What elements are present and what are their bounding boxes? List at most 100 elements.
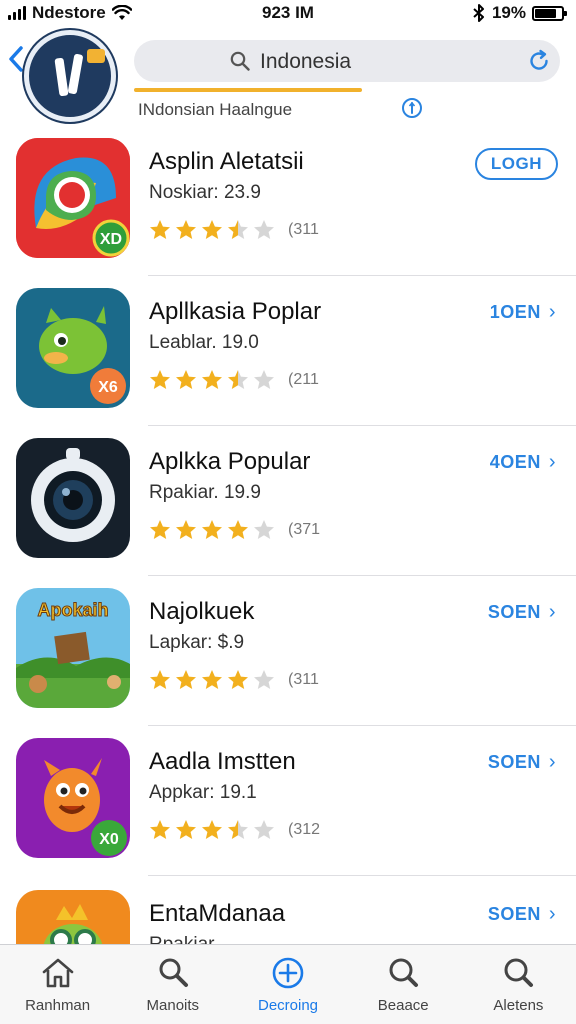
wifi-icon	[111, 5, 132, 20]
star-rating	[148, 818, 276, 842]
star-full-icon	[176, 370, 196, 389]
search-input[interactable]: Indonesia	[260, 50, 351, 74]
star-full-icon	[202, 520, 222, 539]
star-empty-icon	[254, 670, 274, 689]
star-empty-icon	[254, 220, 274, 239]
app-row[interactable]: X6 Apllkasia Poplar Leablar. 19.0 (211 1…	[0, 276, 576, 426]
tab-aletens[interactable]: Aletens	[461, 945, 576, 1024]
search-icon	[389, 958, 419, 987]
search-bar[interactable]: Indonesia	[134, 40, 560, 82]
star-full-icon	[150, 820, 170, 839]
star-half-icon	[228, 220, 248, 239]
star-full-icon	[150, 220, 170, 239]
app-badge: X6	[98, 379, 118, 396]
get-link-label[interactable]: 4OEN	[490, 452, 541, 472]
get-link[interactable]: 4OEN ›	[490, 451, 556, 474]
star-empty-icon	[254, 520, 274, 539]
app-store-logo-icon	[51, 53, 89, 98]
tab-ranhman[interactable]: Ranhman	[0, 945, 115, 1024]
chevron-right-icon: ›	[548, 601, 556, 623]
battery-percent: 19%	[491, 3, 526, 22]
app-name[interactable]: Aplkka Popular	[149, 448, 310, 476]
page-subtitle: INdonsian Haalngue	[138, 100, 293, 119]
star-full-icon	[176, 670, 196, 689]
rating-count: (312	[288, 821, 321, 838]
app-name[interactable]: Asplin Aletatsii	[149, 148, 304, 176]
search-icon	[504, 958, 534, 987]
info-icon[interactable]	[401, 97, 423, 119]
chevron-right-icon: ›	[548, 903, 556, 925]
app-name[interactable]: EntaMdanaa	[149, 900, 285, 928]
rating-count: (311	[288, 671, 319, 688]
divider	[148, 875, 576, 876]
star-rating	[148, 518, 276, 542]
app-icon-creature[interactable]: X6	[16, 288, 130, 408]
search-icon	[230, 51, 250, 71]
app-row[interactable]: X0 Aadla Imstten Appkar: 19.1 (312 SOEN ›	[0, 726, 576, 876]
logo-chip	[87, 49, 105, 63]
app-icon-camera[interactable]	[16, 438, 130, 558]
tab-label: Beaace	[377, 997, 429, 1014]
status-bar: Ndestore 923 IM 19%	[0, 0, 576, 26]
tab-decroing[interactable]: Decroing	[230, 945, 345, 1024]
get-link-label[interactable]: SOEN	[488, 602, 541, 622]
get-link-label[interactable]: SOEN	[488, 752, 541, 772]
app-icon-text: Apokaih	[37, 600, 108, 620]
game-scene-icon: Apokaih	[16, 588, 130, 708]
tab-label: Decroing	[257, 997, 319, 1014]
rating-count: (371	[288, 521, 321, 538]
star-full-icon	[202, 670, 222, 689]
browser-swirl-icon: XD	[16, 138, 130, 258]
app-store-logo[interactable]	[24, 30, 116, 122]
app-name[interactable]: Aadla Imstten	[149, 748, 296, 776]
header: Indonesia INdonsian Haalngue	[0, 26, 576, 126]
orange-monster-icon: X0	[16, 738, 130, 858]
tab-label: Aletens	[493, 997, 544, 1014]
app-name[interactable]: Najolkuek	[149, 598, 254, 626]
app-row[interactable]: Apokaih Najolkuek Lapkar: $.9 (311 SOEN ›	[0, 576, 576, 726]
tab-label: Ranhman	[25, 997, 91, 1014]
rating-count: (311	[288, 221, 319, 238]
app-icon-monster[interactable]: X0	[16, 738, 130, 858]
get-link[interactable]: 1OEN ›	[490, 301, 556, 324]
star-full-icon	[202, 220, 222, 239]
app-row[interactable]: XD Asplin Aletatsii Noskiar: 23.9 (311 L…	[0, 126, 576, 276]
battery-icon	[532, 5, 567, 21]
star-full-icon	[176, 820, 196, 839]
chevron-right-icon: ›	[548, 751, 556, 773]
app-subtitle: Noskiar: 23.9	[149, 182, 261, 203]
app-icon-partial[interactable]	[16, 890, 130, 944]
chevron-right-icon: ›	[548, 451, 556, 473]
star-full-icon	[176, 220, 196, 239]
get-button[interactable]: LOGH	[474, 148, 558, 180]
star-half-icon	[228, 370, 248, 389]
get-link-label[interactable]: SOEN	[488, 904, 541, 924]
refresh-icon[interactable]	[526, 48, 552, 74]
star-full-icon	[150, 370, 170, 389]
carrier-label: Ndestore	[32, 3, 106, 22]
tab-beaace[interactable]: Beaace	[346, 945, 461, 1024]
app-icon-game[interactable]: Apokaih	[16, 588, 130, 708]
app-subtitle: Leablar. 19.0	[149, 332, 259, 353]
get-link-label[interactable]: 1OEN	[490, 302, 541, 322]
star-full-icon	[202, 820, 222, 839]
app-subtitle: Appkar: 19.1	[149, 782, 257, 803]
get-link[interactable]: SOEN ›	[488, 751, 556, 774]
get-link[interactable]: SOEN ›	[488, 601, 556, 624]
star-full-icon	[176, 520, 196, 539]
app-icon-browser[interactable]: XD	[16, 138, 130, 258]
battery-fill	[535, 8, 556, 18]
tab-manoits[interactable]: Manoits	[115, 945, 230, 1024]
get-link[interactable]: SOEN ›	[488, 903, 556, 926]
app-row[interactable]: EntaMdanaa Rpakiar. SOEN ›	[0, 878, 576, 944]
green-creature-icon: X6	[16, 288, 130, 408]
star-full-icon	[228, 520, 248, 539]
app-name[interactable]: Apllkasia Poplar	[149, 298, 321, 326]
star-empty-icon	[254, 370, 274, 389]
app-subtitle: Rpakiar. 19.9	[149, 482, 261, 503]
app-subtitle: Rpakiar.	[149, 934, 219, 944]
star-rating	[148, 668, 276, 692]
app-list[interactable]: XD Asplin Aletatsii Noskiar: 23.9 (311 L…	[0, 126, 576, 944]
star-full-icon	[202, 370, 222, 389]
app-row[interactable]: Aplkka Popular Rpakiar. 19.9 (371 4OEN ›	[0, 426, 576, 576]
